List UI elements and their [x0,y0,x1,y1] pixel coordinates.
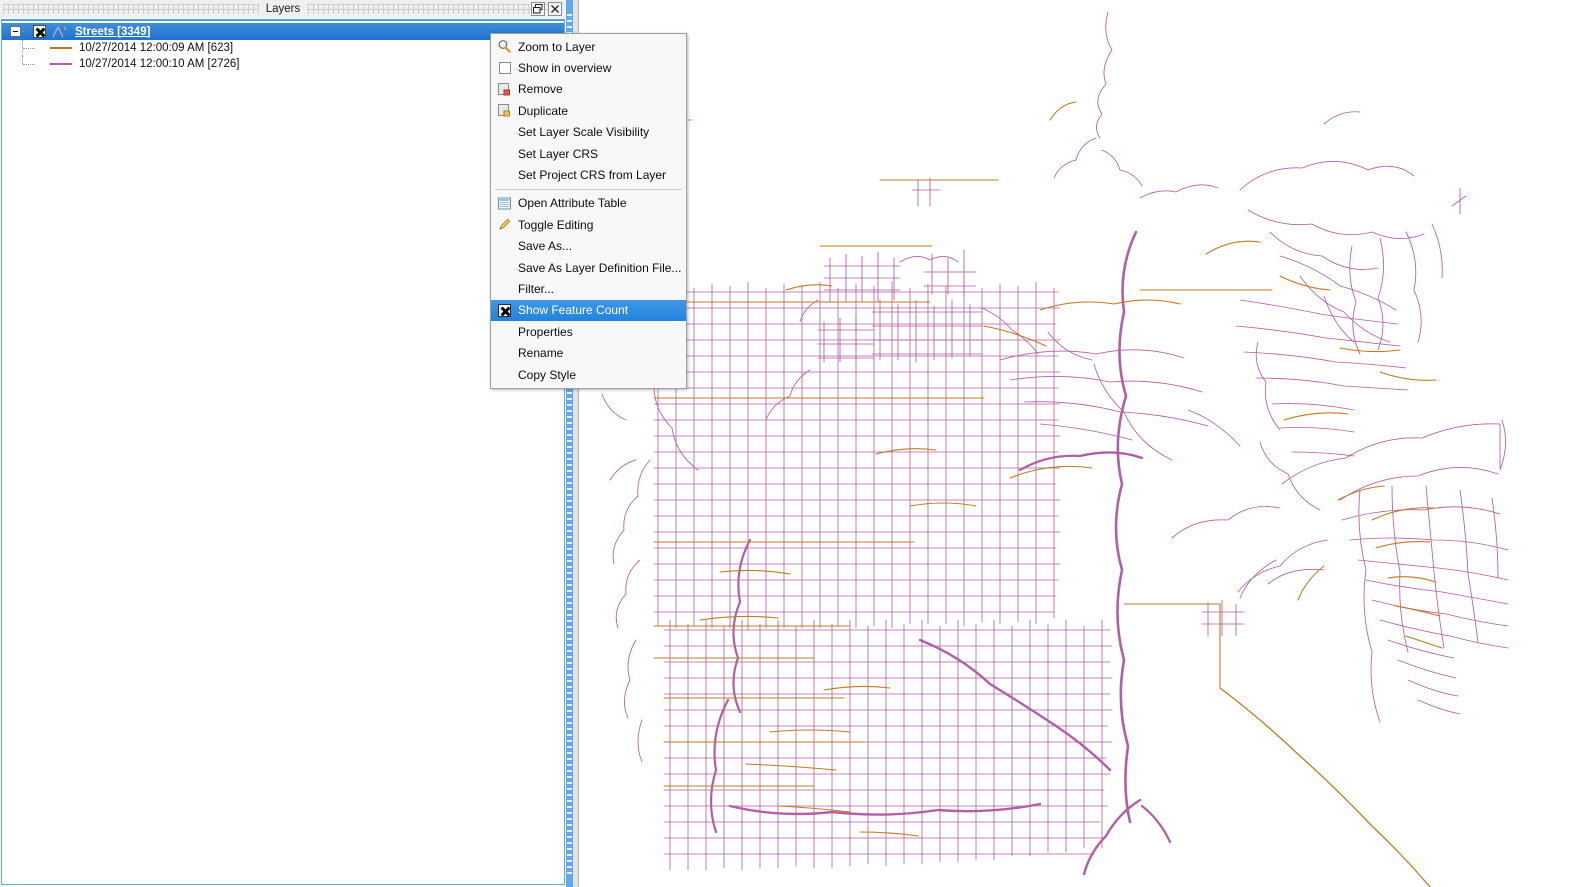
checkbox-checked-icon [495,302,514,319]
category-label: 10/27/2014 12:00:09 AM [623] [79,42,234,54]
layers-panel-title: Layers [0,1,566,17]
menu-item-label: Set Project CRS from Layer [518,168,667,183]
layer-name-label: Streets [3349] [75,25,151,38]
qgis-main-window: Layers Streets [3349] 10/27/2014 12:00:0… [0,0,1569,887]
remove-layer-icon [495,81,514,98]
menu-item-properties[interactable]: Properties [491,321,686,342]
layer-tree[interactable]: Streets [3349] 10/27/2014 12:00:09 AM [6… [1,19,565,885]
menu-item-save-as[interactable]: Save As... [491,236,686,257]
menu-item-label: Filter... [518,281,555,296]
menu-separator [495,188,682,190]
tree-connector [22,31,28,32]
menu-item-save-as-layer-definition-file[interactable]: Save As Layer Definition File... [491,257,686,278]
menu-item-label: Rename [518,346,564,361]
no-icon [495,145,514,162]
no-icon [495,259,514,276]
menu-item-label: Show Feature Count [518,303,629,318]
layer-tree-subitem[interactable]: 10/27/2014 12:00:09 AM [623] [2,40,564,56]
menu-item-label: Remove [518,82,563,97]
menu-item-toggle-editing[interactable]: Toggle Editing [491,214,686,235]
streets-map-render [580,0,1569,887]
menu-item-show-feature-count[interactable]: Show Feature Count [491,299,686,322]
menu-item-rename[interactable]: Rename [491,342,686,363]
menu-item-label: Save As... [518,239,573,254]
menu-item-label: Properties [518,324,573,339]
menu-item-zoom-to-layer[interactable]: Zoom to Layer [491,36,686,57]
menu-item-show-in-overview[interactable]: Show in overview [491,57,686,78]
expand-collapse-toggle[interactable] [10,26,21,37]
layer-symbol-icon [51,25,69,39]
duplicate-layer-icon [495,102,514,119]
table-icon [495,195,514,212]
menu-item-open-attribute-table[interactable]: Open Attribute Table [491,193,686,214]
no-icon [495,323,514,340]
layer-tree-subitem[interactable]: 10/27/2014 12:00:10 AM [2726] [2,56,564,72]
menu-item-set-layer-scale-visibility[interactable]: Set Layer Scale Visibility [491,122,686,143]
no-icon [495,238,514,255]
category-symbol-purple [50,59,72,69]
tree-connector [22,56,48,72]
map-canvas[interactable] [580,0,1569,887]
layers-panel-titlebar[interactable]: Layers [0,0,566,18]
close-panel-button[interactable] [548,2,562,16]
layers-panel: Layers Streets [3349] 10/27/2014 12:00:0… [0,0,566,887]
menu-item-label: Set Layer CRS [518,146,599,161]
pencil-icon [495,216,514,233]
checkbox-empty-icon [495,60,514,77]
menu-item-duplicate[interactable]: Duplicate [491,100,686,121]
no-icon [495,280,514,297]
map-background [580,0,1569,887]
menu-item-label: Copy Style [518,367,577,382]
menu-item-label: Duplicate [518,103,569,118]
menu-item-set-project-crs-from-layer[interactable]: Set Project CRS from Layer [491,164,686,185]
category-label: 10/27/2014 12:00:10 AM [2726] [79,58,240,70]
no-icon [495,167,514,184]
menu-item-label: Open Attribute Table [518,196,627,211]
menu-item-copy-style[interactable]: Copy Style [491,364,686,385]
no-icon [495,366,514,383]
magnifier-icon [495,38,514,55]
no-icon [495,345,514,362]
menu-item-set-layer-crs[interactable]: Set Layer CRS [491,143,686,164]
menu-item-remove[interactable]: Remove [491,79,686,100]
menu-item-label: Show in overview [518,61,612,76]
close-icon [551,5,559,13]
menu-item-label: Save As Layer Definition File... [518,260,682,275]
layer-visibility-checkbox[interactable] [33,25,46,38]
menu-item-label: Toggle Editing [518,217,594,232]
category-symbol-orange [50,43,72,53]
menu-item-label: Zoom to Layer [518,39,596,54]
float-restore-icon [533,4,543,14]
layer-context-menu[interactable]: Zoom to Layer Show in overview Remove Du… [490,33,687,390]
menu-item-label: Set Layer Scale Visibility [518,125,650,140]
menu-item-filter[interactable]: Filter... [491,278,686,299]
float-panel-button[interactable] [531,2,545,16]
layer-tree-item-streets[interactable]: Streets [3349] [2,23,564,40]
tree-connector [22,40,48,56]
no-icon [495,124,514,141]
